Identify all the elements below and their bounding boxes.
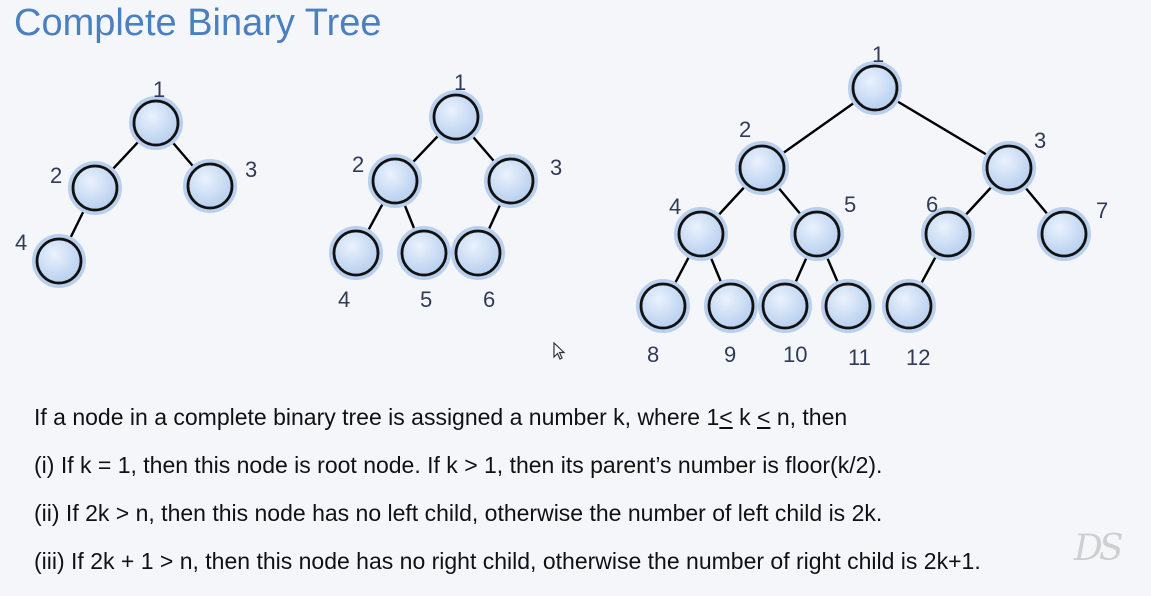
node-number-label: 4 <box>15 230 27 255</box>
node-number-label: 6 <box>483 287 495 312</box>
tree-node <box>707 282 755 330</box>
tree-node <box>851 64 899 112</box>
tree-node <box>761 282 809 330</box>
tree-node <box>371 157 419 205</box>
tree-node <box>985 144 1033 192</box>
tree-node <box>186 162 234 210</box>
tree-node <box>924 210 972 258</box>
rule-1: (i) If k = 1, then this node is root nod… <box>34 452 883 478</box>
tree-node <box>793 210 841 258</box>
node-number-label: 12 <box>906 345 930 370</box>
tree-node <box>400 229 448 277</box>
node-number-label: 6 <box>926 192 938 217</box>
rule-intro-pre: If a node in a complete binary tree is a… <box>34 404 720 430</box>
tree-node <box>677 210 725 258</box>
rule-3: (iii) If 2k + 1 > n, then this node has … <box>34 548 981 574</box>
node-number-label: 4 <box>338 287 350 312</box>
node-number-label: 1 <box>454 70 466 95</box>
tree-node <box>487 157 535 205</box>
node-number-label: 3 <box>1034 128 1046 153</box>
le-symbol-2: < <box>757 404 771 430</box>
node-number-label: 8 <box>647 342 659 367</box>
node-number-label: 1 <box>153 77 165 102</box>
node-number-label: 11 <box>848 345 871 370</box>
rule-2: (ii) If 2k > n, then this node has no le… <box>34 500 883 526</box>
node-number-label: 3 <box>550 155 562 180</box>
node-number-label: 5 <box>420 287 432 312</box>
tree-1: 1 2 3 4 <box>15 77 257 288</box>
rule-intro: If a node in a complete binary tree is a… <box>34 404 1144 430</box>
tree-node <box>738 144 786 192</box>
tree-node <box>71 164 119 212</box>
node-number-label: 3 <box>245 157 257 182</box>
node-number-label: 2 <box>50 163 62 188</box>
tree-node <box>35 237 83 285</box>
tree-3: 12 34 5 6 78 9 10 11 12 <box>636 42 1108 370</box>
tree-node <box>132 99 180 147</box>
rule-intro-post: n, then <box>770 404 848 430</box>
ds-watermark: DS <box>1074 528 1123 569</box>
tree-node <box>639 282 687 330</box>
le-symbol-1: < <box>719 404 733 430</box>
tree-node <box>454 229 502 277</box>
node-number-label: 4 <box>669 194 681 219</box>
tree-node <box>1040 210 1088 258</box>
binary-tree-diagrams: 12 3412 34 5 612 34 5 6 78 9 10 11 12 <box>15 42 1108 370</box>
rules-text: If a node in a complete binary tree is a… <box>34 404 1144 596</box>
mouse-pointer-icon <box>553 342 566 360</box>
node-number-label: 9 <box>724 342 736 367</box>
node-number-label: 1 <box>872 42 884 67</box>
tree-node <box>824 282 872 330</box>
node-number-label: 7 <box>1096 198 1108 223</box>
node-number-label: 10 <box>783 342 807 367</box>
tree-node <box>885 282 933 330</box>
node-number-label: 5 <box>844 192 856 217</box>
node-number-label: 2 <box>739 117 751 142</box>
tree-2: 1 2 3 4 5 6 <box>329 70 562 312</box>
rule-intro-mid: k <box>732 404 757 430</box>
tree-node <box>332 229 380 277</box>
node-number-label: 2 <box>352 152 364 177</box>
tree-node <box>432 93 480 141</box>
